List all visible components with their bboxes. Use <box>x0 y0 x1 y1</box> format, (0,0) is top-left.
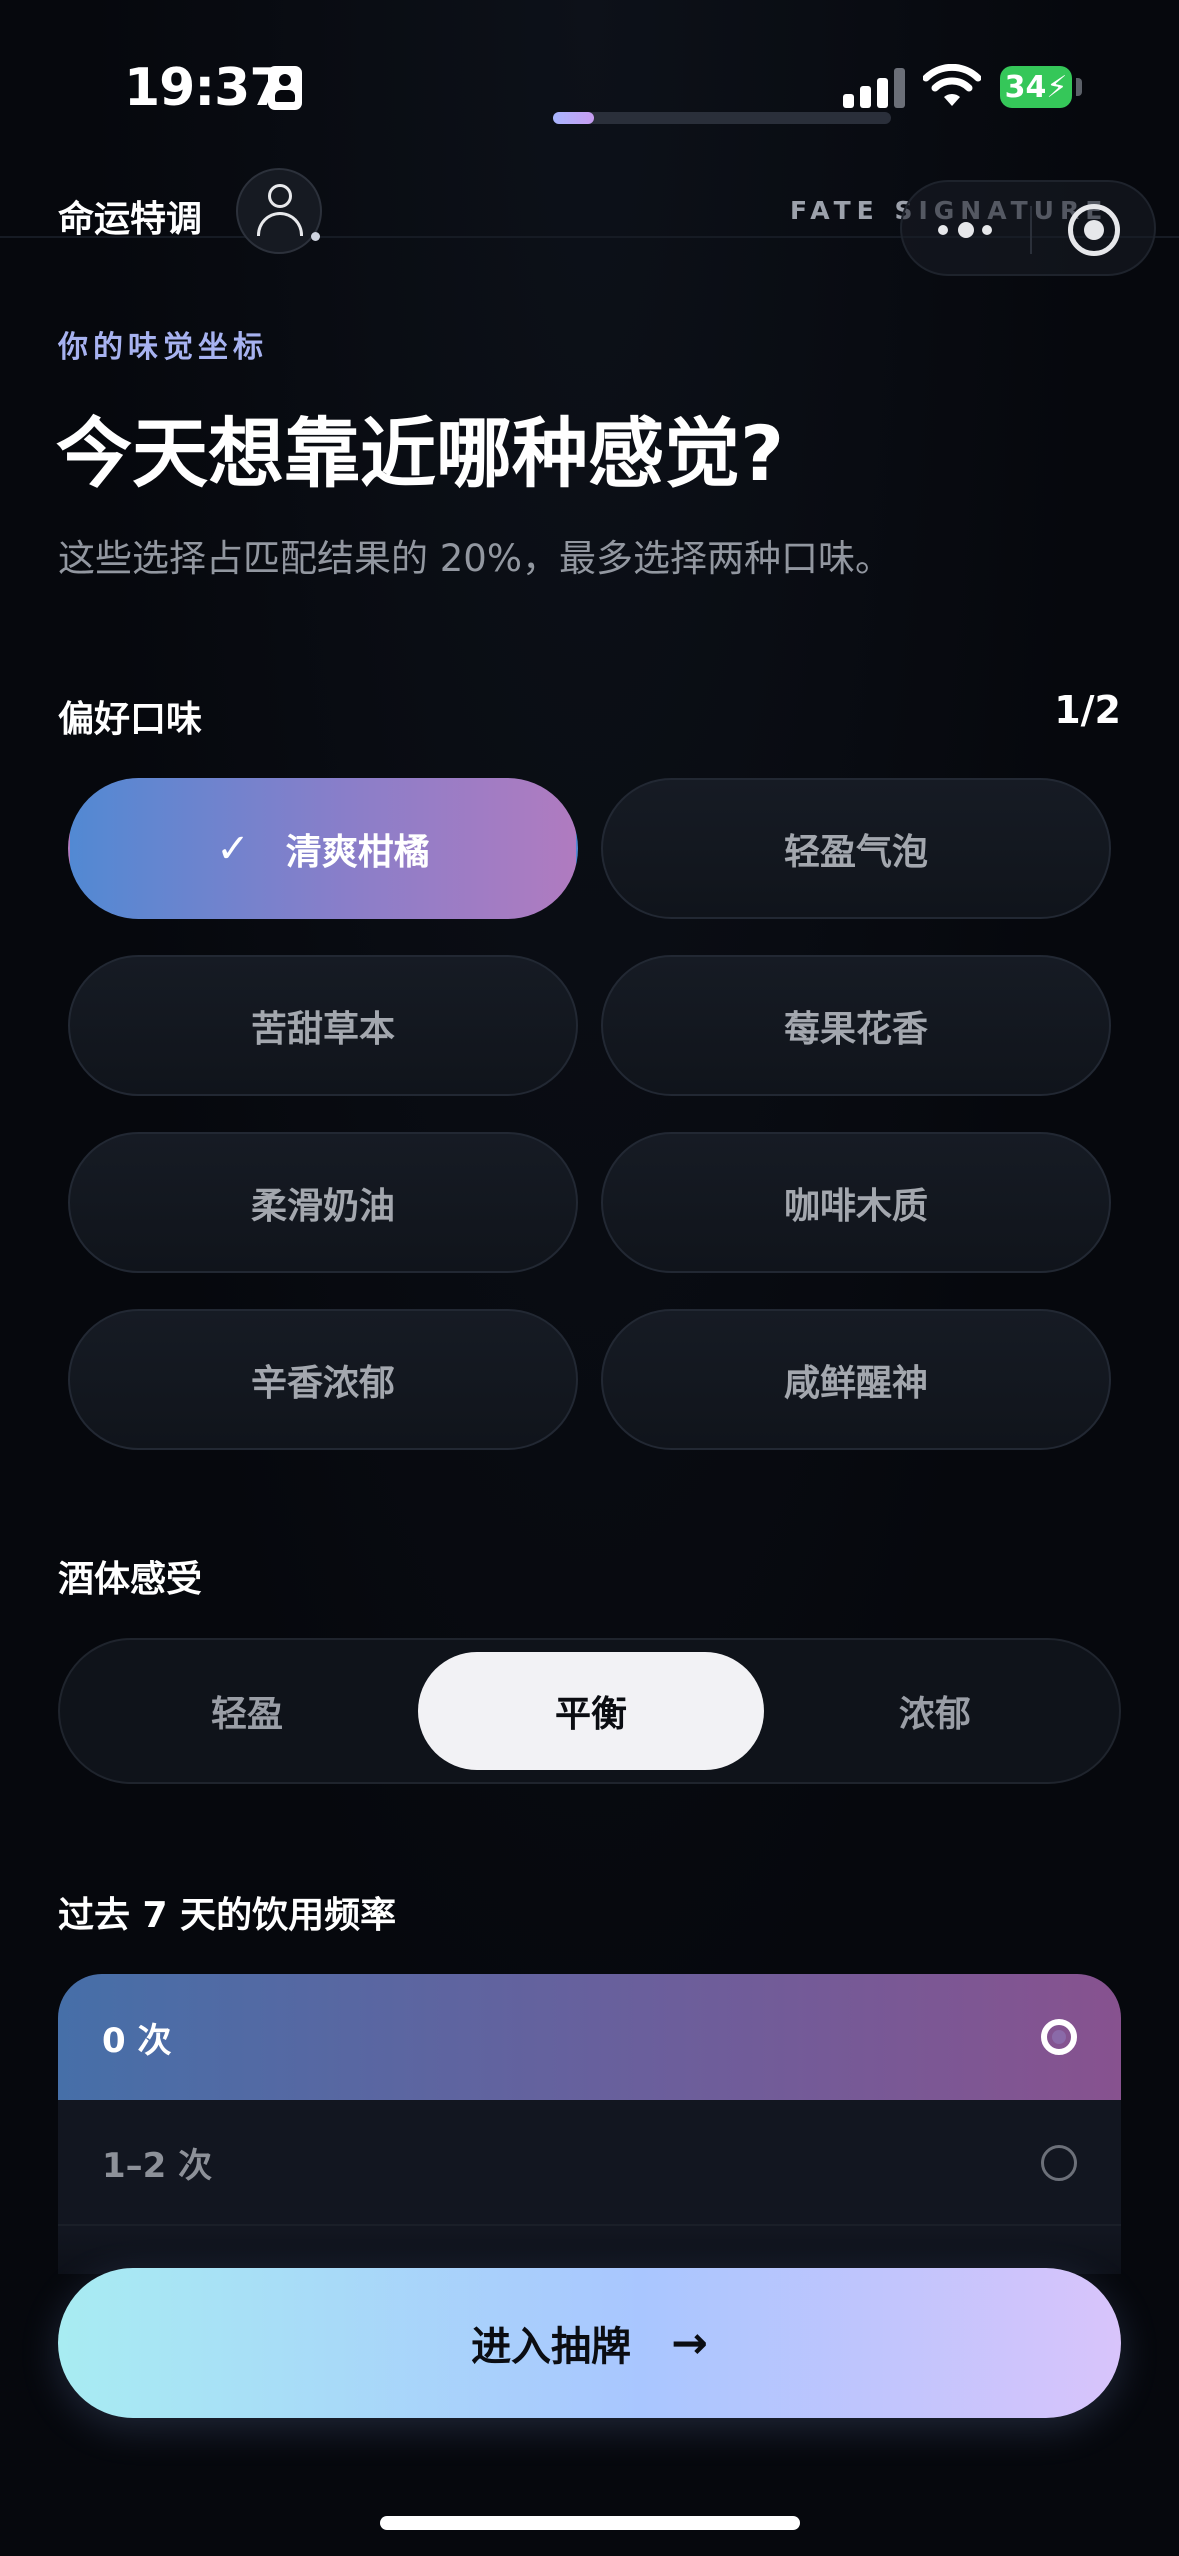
profile-button[interactable] <box>236 168 322 254</box>
home-indicator[interactable] <box>380 2516 800 2530</box>
more-dots-icon[interactable] <box>938 220 996 240</box>
flavor-chip-label: 辛香浓郁 <box>250 1362 395 1404</box>
page-subtitle: 这些选择占匹配结果的 20%，最多选择两种口味。 <box>58 537 892 580</box>
battery-indicator: 34 ⚡ <box>1000 66 1072 108</box>
flavor-chip[interactable]: ✓莓果花香 <box>601 955 1111 1096</box>
status-time: 19:37 <box>124 58 286 118</box>
section-eyebrow: 你的味觉坐标 <box>58 330 268 365</box>
flavor-chip[interactable]: ✓轻盈气泡 <box>601 778 1111 919</box>
cta-label: 进入抽牌 <box>471 2324 632 2370</box>
frequency-option-label: 1–2 次 <box>102 2145 213 2186</box>
user-icon <box>268 184 292 208</box>
page-title: 今天想靠近哪种感觉? <box>56 409 785 498</box>
radio-icon <box>1041 2145 1077 2181</box>
frequency-option[interactable]: 0 次 <box>58 1974 1121 2100</box>
cellular-signal-icon <box>843 68 905 108</box>
flavor-section-title: 偏好口味 <box>58 699 203 740</box>
user-icon-body <box>257 212 303 236</box>
arrow-right-icon: → <box>671 2317 708 2369</box>
screen: 19:37 34⚡ 命运特调 FATE SIGNATURE 你的味觉坐标 今天想… <box>0 0 1179 2556</box>
body-segmented-control: 轻盈 平衡 浓郁 <box>58 1638 1121 1784</box>
capsule-divider <box>1030 206 1032 254</box>
charging-icon: ⚡ <box>1046 69 1068 105</box>
flavor-chip-label: 轻盈气泡 <box>783 831 928 873</box>
flavor-chip[interactable]: ✓苦甜草本 <box>68 955 578 1096</box>
notification-dot <box>311 232 320 241</box>
wifi-icon <box>923 64 981 106</box>
flavor-selection-counter: 1/2 <box>1054 688 1121 732</box>
flavor-chip[interactable]: ✓咖啡木质 <box>601 1132 1111 1273</box>
flavor-chip-label: 清爽柑橘 <box>285 831 430 873</box>
body-option-light[interactable]: 轻盈 <box>74 1652 420 1770</box>
progress-bar <box>553 112 891 124</box>
progress-fill <box>553 112 594 124</box>
flavor-chip[interactable]: ✓柔滑奶油 <box>68 1132 578 1273</box>
radio-selected-icon <box>1041 2019 1077 2055</box>
battery-cap <box>1076 78 1082 96</box>
frequency-options-list: 0 次 1–2 次 <box>58 1974 1121 2274</box>
enter-draw-button[interactable]: 进入抽牌 → <box>58 2268 1121 2418</box>
flavor-chip[interactable]: ✓辛香浓郁 <box>68 1309 578 1450</box>
app-title: 命运特调 <box>58 199 203 240</box>
flavor-chip[interactable]: ✓ 清爽柑橘 <box>68 778 578 919</box>
flavor-options-grid: ✓ 清爽柑橘 ✓轻盈气泡✓苦甜草本✓莓果花香✓柔滑奶油✓咖啡木质✓辛香浓郁✓咸鲜醒神 <box>68 778 1111 1450</box>
flavor-chip-label: 咸鲜醒神 <box>783 1362 928 1404</box>
flavor-chip-label: 莓果花香 <box>783 1008 928 1050</box>
mini-program-capsule <box>900 180 1156 276</box>
body-option-rich[interactable]: 浓郁 <box>762 1652 1108 1770</box>
flavor-chip-label: 苦甜草本 <box>250 1008 395 1050</box>
flavor-chip-label: 柔滑奶油 <box>250 1185 395 1227</box>
id-card-icon <box>268 66 302 110</box>
frequency-option-label: 0 次 <box>102 2020 172 2061</box>
body-option-balanced[interactable]: 平衡 <box>418 1652 764 1770</box>
frequency-section-title: 过去 7 天的饮用频率 <box>58 1895 397 1936</box>
checkmark-icon: ✓ <box>216 825 250 872</box>
battery-level: 34 <box>1004 69 1047 105</box>
target-icon[interactable] <box>1068 204 1120 256</box>
body-section-title: 酒体感受 <box>58 1559 203 1600</box>
frequency-option[interactable]: 1–2 次 <box>58 2100 1121 2226</box>
flavor-chip-label: 咖啡木质 <box>783 1185 928 1227</box>
flavor-chip[interactable]: ✓咸鲜醒神 <box>601 1309 1111 1450</box>
